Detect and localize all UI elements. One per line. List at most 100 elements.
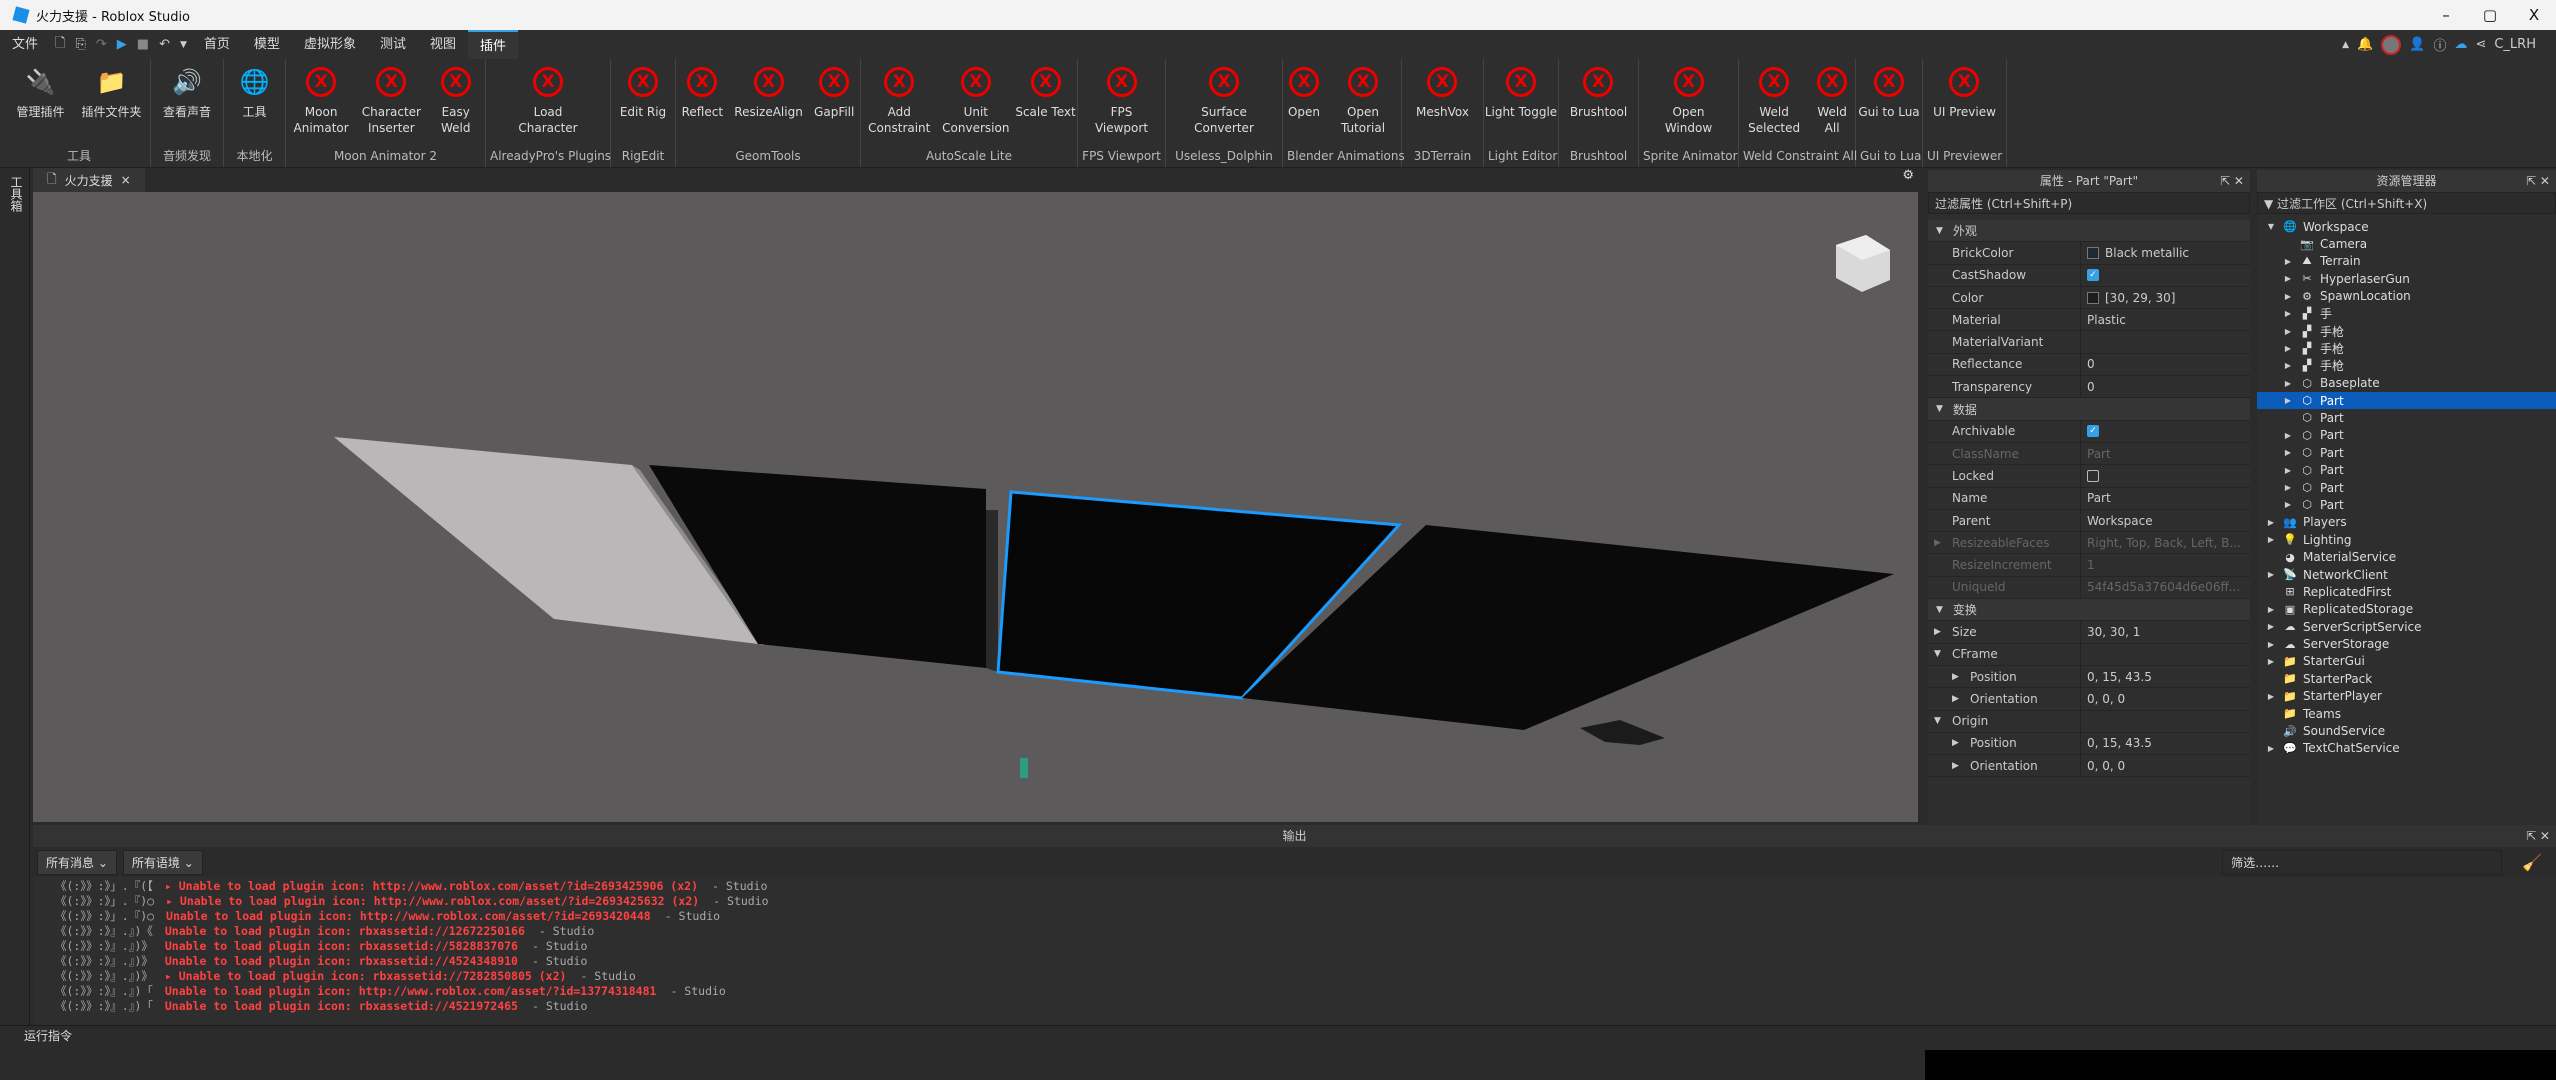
view-cube[interactable] [1836, 235, 1890, 292]
ribbon-button[interactable]: X Weld All [1809, 59, 1855, 147]
explorer-item[interactable]: ◕ MaterialService [2257, 548, 2556, 565]
explorer-item[interactable]: ▶ 📡 NetworkClient [2257, 566, 2556, 583]
ribbon-button[interactable]: X Easy Weld [427, 59, 485, 147]
message-filter-dropdown[interactable]: 所有消息 ⌄ [37, 849, 117, 875]
property-row[interactable]: UniqueId 54f45d5a37604d6e06ff... [1928, 576, 2250, 600]
property-row[interactable]: Color [30, 29, 30] [1928, 286, 2250, 310]
explorer-item[interactable]: ▶ 💬 TextChatService [2257, 740, 2556, 757]
filter-icon[interactable]: ▼ [2264, 197, 2277, 211]
checkbox[interactable]: ✓ [2087, 425, 2099, 438]
property-row[interactable]: MaterialVariant [1928, 331, 2250, 354]
property-value[interactable] [2081, 469, 2099, 482]
ribbon-button[interactable]: X Character Inserter [356, 59, 426, 147]
expand-arrow-icon[interactable]: ▶ [2265, 640, 2277, 649]
expand-arrow-icon[interactable]: ▶ [1952, 738, 1970, 748]
ribbon-button[interactable]: X Reflect [682, 59, 723, 147]
expand-arrow-icon[interactable]: ▶ [2265, 570, 2277, 579]
small-object[interactable] [1020, 758, 1028, 778]
ribbon-button[interactable]: X MeshVox [1416, 59, 1469, 147]
property-value[interactable]: Right, Top, Back, Left, B... [2081, 536, 2241, 550]
property-value[interactable]: 1 [2081, 558, 2095, 572]
ribbon-button[interactable]: X Open Tutorial [1326, 59, 1400, 147]
property-row[interactable]: ▶ Size 30, 30, 1 [1928, 621, 2250, 644]
explorer-item[interactable]: ▼ 🌐 Workspace [2257, 218, 2556, 235]
explorer-item[interactable]: ▶ ⚙ SpawnLocation [2257, 288, 2556, 305]
undo-icon[interactable]: ↶ [154, 37, 175, 52]
ribbon-button[interactable]: X Light Toggle [1485, 59, 1557, 147]
expand-arrow-icon[interactable]: ▶ [2282, 257, 2294, 266]
checkbox[interactable]: ✓ [2087, 269, 2099, 282]
tab-1[interactable]: 模型 [242, 30, 292, 59]
cloud-icon[interactable]: ☁ [2454, 37, 2467, 52]
ribbon-button[interactable]: X Open Window [1652, 59, 1726, 147]
property-value[interactable]: ✓ [2081, 425, 2099, 438]
checkbox[interactable] [2087, 469, 2099, 482]
context-filter-dropdown[interactable]: 所有语境 ⌄ [122, 849, 203, 875]
ribbon-button[interactable]: X Load Character [511, 59, 585, 147]
explorer-item[interactable]: ▶ ⬡ Part [2257, 461, 2556, 478]
expand-arrow-icon[interactable]: ▶ [2282, 292, 2294, 301]
explorer-item[interactable]: ▶ ⬡ Part [2257, 427, 2556, 444]
explorer-item[interactable]: ▶ ✂ HyperlaserGun [2257, 270, 2556, 287]
property-row[interactable]: Reflectance 0 [1928, 353, 2250, 377]
property-row[interactable]: ClassName Part [1928, 442, 2250, 466]
expand-arrow-icon[interactable]: ▶ [1952, 672, 1970, 682]
explorer-item[interactable]: 📁 StarterPack [2257, 670, 2556, 687]
explorer-item[interactable]: ▶ ⬡ Part [2257, 479, 2556, 496]
explorer-item[interactable]: ▶ ⛰ Terrain [2257, 253, 2556, 270]
maximize-button[interactable]: ▢ [2468, 6, 2512, 24]
expand-arrow-icon[interactable]: ▶ [1952, 761, 1970, 771]
property-value[interactable]: 0 [2081, 357, 2095, 371]
property-section[interactable]: ▼ 变换 [1928, 599, 2250, 622]
expand-arrow-icon[interactable]: ▶ [2282, 500, 2294, 509]
explorer-item[interactable]: ▶ ☁ ServerScriptService [2257, 618, 2556, 635]
ribbon-button[interactable]: 🔊 查看声音 [163, 59, 211, 147]
property-value[interactable]: Plastic [2081, 313, 2126, 327]
3d-viewport[interactable] [33, 192, 1918, 822]
stop-icon[interactable]: ■ [132, 37, 154, 52]
expand-arrow-icon[interactable]: ▶ [1952, 694, 1970, 704]
log-line[interactable]: 《(:》》:》」.『)○ Unable to load plugin icon: … [33, 909, 2556, 924]
expand-arrow-icon[interactable]: ▶ [2282, 448, 2294, 457]
minimize-button[interactable]: – [2424, 6, 2468, 24]
ribbon-button[interactable]: X Brushtool [1570, 59, 1627, 147]
explorer-item[interactable]: ▶ ▞ 手枪 [2257, 340, 2556, 357]
tab-0[interactable]: 首页 [192, 30, 242, 59]
property-row[interactable]: Transparency 0 [1928, 376, 2250, 399]
expand-arrow-icon[interactable]: ▶ [2282, 379, 2294, 388]
expand-arrow-icon[interactable]: ▶ [2282, 483, 2294, 492]
username[interactable]: C_LRH [2494, 37, 2536, 52]
tab-5[interactable]: 插件 [467, 30, 518, 59]
property-row[interactable]: ▼ CFrame [1928, 643, 2250, 666]
log-line[interactable]: 《(:》》:》』.』)《 Unable to load plugin icon: … [33, 924, 2556, 939]
redo-icon[interactable]: ↷ [91, 37, 112, 52]
tab-3[interactable]: 测试 [368, 30, 418, 59]
property-section[interactable]: ▼ 外观 [1928, 220, 2250, 243]
output-search-input[interactable]: 筛选…… [2222, 849, 2503, 875]
property-row[interactable]: BrickColor Black metallic [1928, 242, 2250, 265]
property-value[interactable]: Black metallic [2081, 246, 2189, 260]
collapse-ribbon-icon[interactable]: ▲ [2342, 40, 2349, 50]
property-section[interactable]: ▼ 数据 [1928, 398, 2250, 421]
property-value[interactable]: Workspace [2081, 514, 2153, 528]
ribbon-button[interactable]: X Scale Text [1015, 59, 1076, 147]
ribbon-button[interactable]: X ResizeAlign [734, 59, 803, 147]
expand-arrow-icon[interactable]: ▶ [2265, 744, 2277, 753]
property-value[interactable]: 30, 30, 1 [2081, 625, 2140, 639]
notification-bell-icon[interactable]: 🔔 [2357, 37, 2373, 52]
explorer-item[interactable]: ▶ 👥 Players [2257, 514, 2556, 531]
expand-arrow-icon[interactable]: ▶ [2265, 622, 2277, 631]
property-row[interactable]: ▶ ResizeableFaces Right, Top, Back, Left, … [1928, 532, 2250, 555]
collaborators-icon[interactable]: 👤 [2409, 37, 2425, 52]
expand-arrow-icon[interactable]: ▶ [2265, 605, 2277, 614]
property-value[interactable]: Part [2081, 447, 2111, 461]
toolbox-side-tab[interactable]: 工具箱 [0, 168, 30, 1028]
log-line[interactable]: 《(:》》:》」.『(【 ▸ Unable to load plugin icon… [33, 879, 2556, 894]
explorer-item[interactable]: ▶ ⬡ Part [2257, 391, 2556, 410]
explorer-item[interactable]: ▶ ⬡ Part [2257, 496, 2556, 513]
explorer-item[interactable]: ▶ 💡 Lighting [2257, 531, 2556, 548]
expand-arrow-icon[interactable]: ▶ [2265, 692, 2277, 701]
property-value[interactable]: 0 [2081, 380, 2095, 394]
explorer-item[interactable]: ▶ ▞ 手枪 [2257, 357, 2556, 374]
property-row[interactable]: Name Part [1928, 487, 2250, 510]
